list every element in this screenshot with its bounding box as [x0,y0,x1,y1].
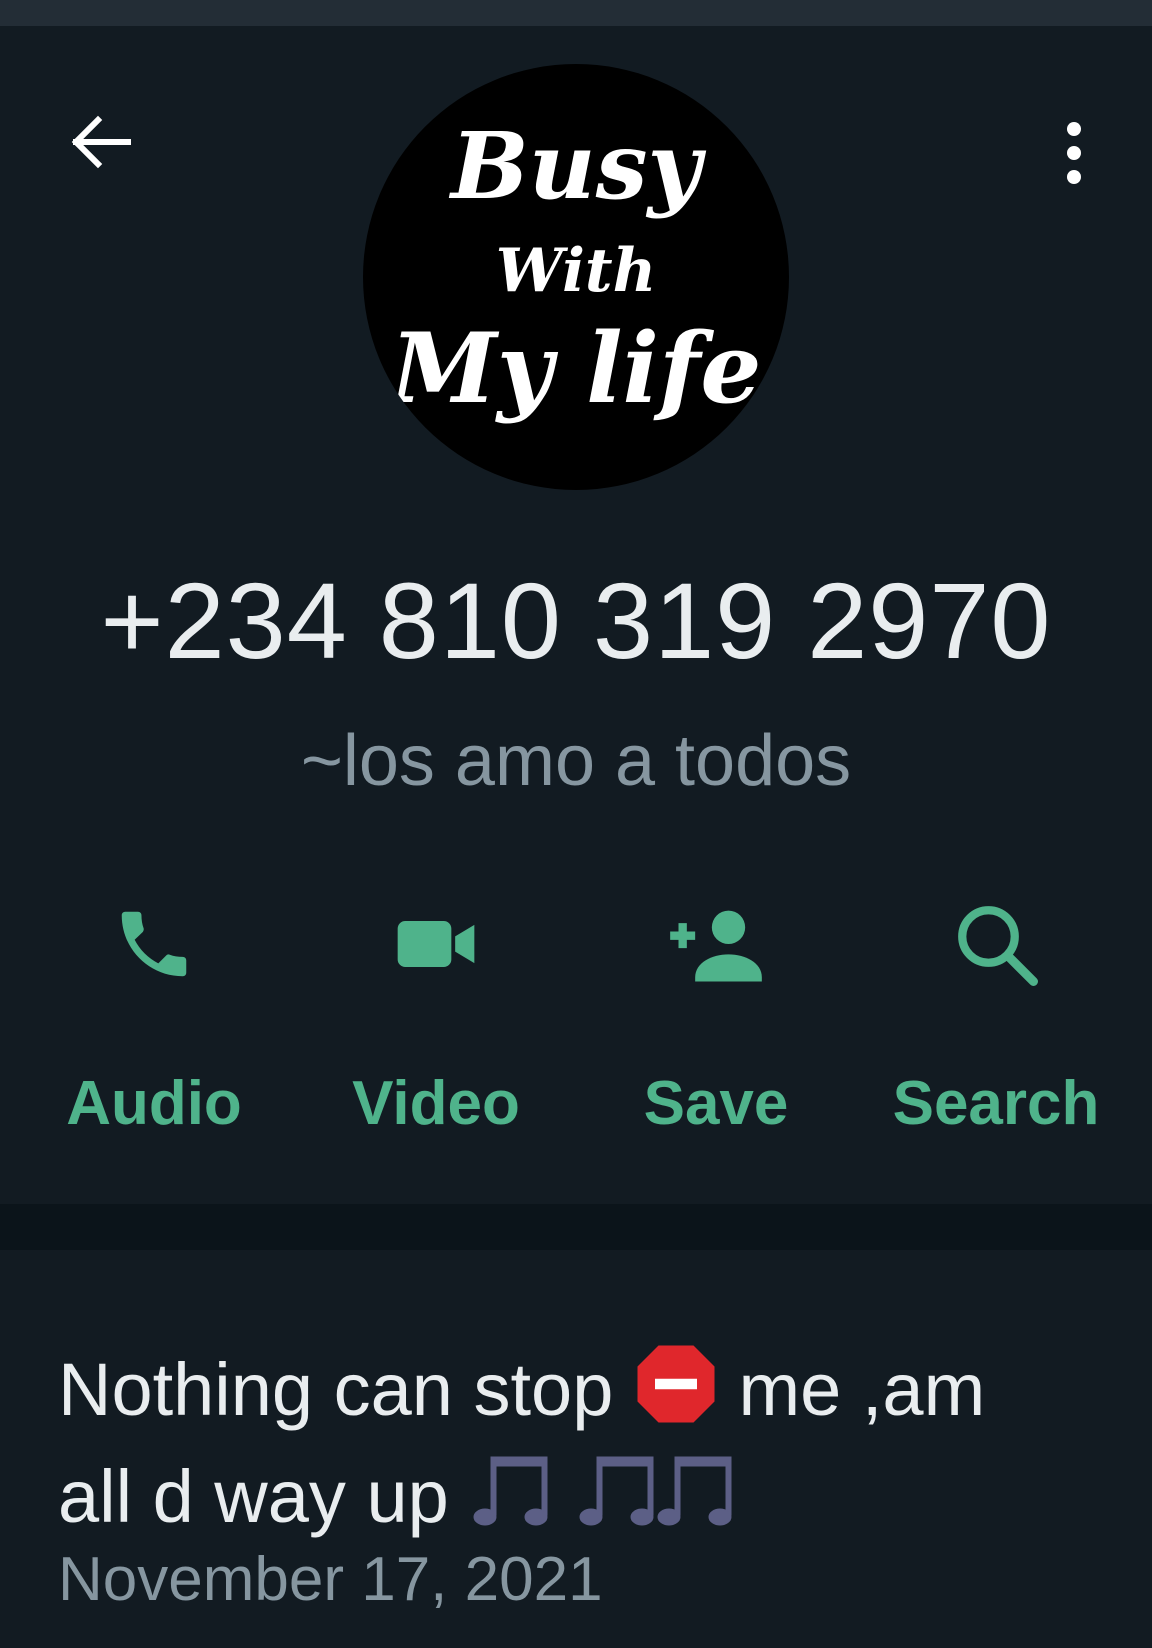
back-button[interactable] [56,100,144,188]
status-text-part1: Nothing can stop [58,1348,614,1432]
about-status-section[interactable]: Nothing can stop me ,am all d way up Nov… [0,1250,1152,1648]
section-divider [0,1204,1152,1250]
video-camera-icon [386,894,486,994]
arrow-left-icon [68,110,132,179]
search-icon [946,894,1046,994]
audio-call-button[interactable]: Audio [34,894,274,1144]
more-options-button[interactable] [1030,100,1118,210]
status-message: Nothing can stop me ,am all d way up [58,1342,1118,1554]
contact-phone-number: +234 810 319 2970 [100,560,1052,681]
status-date: November 17, 2021 [58,1545,603,1614]
save-contact-button[interactable]: Save [596,894,836,1144]
search-button[interactable]: Search [876,894,1116,1144]
more-vertical-icon [1062,121,1086,190]
status-text-part2: me ,am [738,1348,986,1432]
audio-label: Audio [66,1069,242,1138]
search-label: Search [892,1069,1100,1138]
contact-about-text: ~los amo a todos [300,721,852,801]
avatar-text-my-life: My life [390,312,762,425]
status-bar [0,0,1152,26]
phone-icon [104,894,204,994]
avatar-text-with: With [495,236,657,306]
musical-notes-icon [469,1451,759,1554]
status-text-part3: all d way up [58,1455,449,1538]
avatar-text-busy: Busy [451,112,701,220]
add-person-icon [666,894,766,994]
video-call-button[interactable]: Video [316,894,556,1144]
profile-avatar[interactable]: Busy With My life [363,64,789,490]
contact-info-header: Busy With My life +234 810 319 2970 ~los… [0,26,1152,1204]
stop-sign-icon [634,1342,718,1449]
video-label: Video [352,1069,520,1138]
save-label: Save [643,1069,789,1138]
